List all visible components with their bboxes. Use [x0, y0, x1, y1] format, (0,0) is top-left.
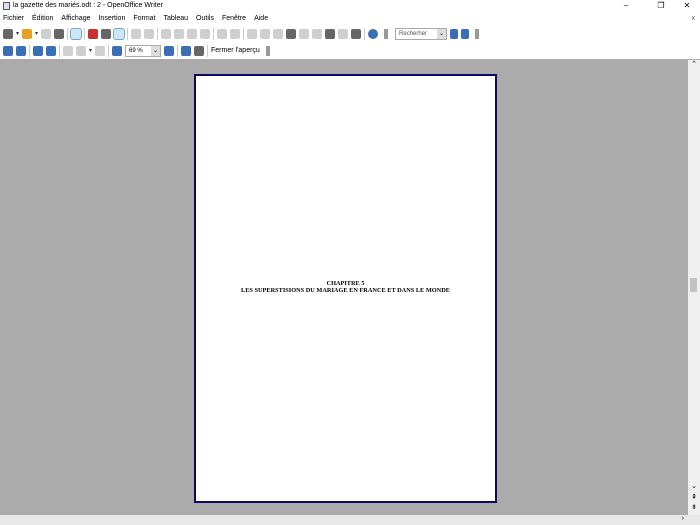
window-title: la gazette des mariés.odt : 2 - OpenOffi… — [13, 2, 163, 9]
menu-affichage[interactable]: Affichage — [61, 13, 90, 25]
separator — [364, 27, 366, 40]
next-page-icon[interactable] — [16, 45, 26, 56]
chapter-heading: CHAPITRE 5 LES SUPERSTISIONS DU MARIAGE … — [196, 280, 495, 294]
separator — [59, 44, 60, 57]
format-paintbrush-icon[interactable] — [200, 28, 211, 39]
zoom-icon[interactable] — [351, 28, 362, 39]
two-pages-icon[interactable] — [63, 45, 73, 56]
book-preview-icon[interactable] — [95, 45, 106, 56]
first-page-icon[interactable] — [33, 45, 43, 56]
app-icon — [3, 2, 10, 10]
last-page-icon[interactable] — [46, 45, 56, 56]
print-preview-toolbar: ▾ 69 % ⌄ Fermer l'aperçu — [0, 42, 700, 60]
email-icon[interactable] — [54, 28, 65, 39]
scroll-down-icon[interactable]: ⌄ — [689, 482, 699, 490]
chapter-title: LES SUPERSTISIONS DU MARIAGE EN FRANCE E… — [241, 287, 450, 294]
cut-icon[interactable] — [161, 28, 172, 39]
gallery-icon[interactable] — [312, 28, 323, 39]
menu-fenetre[interactable]: Fenêtre — [222, 13, 246, 25]
help-icon[interactable] — [368, 28, 379, 39]
data-sources-icon[interactable] — [325, 28, 336, 39]
export-pdf-icon[interactable] — [88, 28, 99, 39]
dropdown-arrow-icon[interactable]: ▾ — [16, 30, 19, 37]
separator — [67, 27, 69, 40]
close-preview-button[interactable]: Fermer l'aperçu — [211, 47, 260, 54]
separator — [84, 27, 86, 40]
new-icon[interactable] — [3, 28, 13, 39]
separator — [29, 44, 30, 57]
print-icon[interactable] — [101, 28, 112, 39]
autospellcheck-icon[interactable] — [144, 28, 155, 39]
menu-aide[interactable]: Aide — [254, 13, 268, 25]
separator — [157, 27, 159, 40]
scroll-right-icon[interactable]: › — [682, 515, 684, 522]
paste-icon[interactable] — [187, 28, 198, 39]
find-previous-icon[interactable] — [461, 28, 470, 39]
horizontal-scrollbar[interactable]: › — [0, 515, 700, 525]
navigator2-icon[interactable] — [299, 28, 310, 39]
menu-fichier[interactable]: Fichier — [3, 13, 24, 25]
print-icon[interactable] — [194, 45, 205, 56]
zoom-in-icon[interactable] — [112, 45, 123, 56]
formatting-marks-icon[interactable] — [338, 28, 349, 39]
separator — [243, 27, 245, 40]
spellcheck-icon[interactable] — [131, 28, 142, 39]
toolbar-grip[interactable] — [475, 28, 480, 39]
preview-workspace: CHAPITRE 5 LES SUPERSTISIONS DU MARIAGE … — [0, 60, 688, 515]
dropdown-arrow-icon[interactable]: ▾ — [89, 47, 92, 54]
menu-tableau[interactable]: Tableau — [164, 13, 189, 25]
chevron-down-icon[interactable]: ⌄ — [437, 28, 447, 39]
next-page-icon[interactable]: ⇟ — [689, 503, 699, 511]
find-replace-icon[interactable] — [286, 28, 297, 39]
redo-icon[interactable] — [230, 28, 241, 39]
minimize-button[interactable]: – — [615, 0, 637, 12]
document-page: CHAPITRE 5 LES SUPERSTISIONS DU MARIAGE … — [194, 74, 497, 503]
previous-page-icon[interactable]: ⇞ — [689, 493, 699, 501]
chapter-number: CHAPITRE 5 — [326, 280, 365, 287]
toolbar-grip[interactable] — [384, 28, 389, 39]
menu-outils[interactable]: Outils — [196, 13, 214, 25]
separator — [177, 44, 179, 57]
table-icon[interactable] — [260, 28, 271, 39]
zoom-out-icon[interactable] — [164, 45, 175, 56]
print-preview-icon[interactable] — [113, 27, 126, 40]
draw-icon[interactable] — [273, 28, 284, 39]
standard-toolbar: ▾ ▾ Recherher ⌄ — [0, 25, 700, 42]
save-icon[interactable] — [41, 28, 52, 39]
find-next-icon[interactable] — [450, 28, 459, 39]
separator — [108, 44, 110, 57]
search-input[interactable]: Recherher ⌄ — [395, 27, 448, 40]
scrollbar-thumb[interactable] — [690, 278, 697, 292]
menu-insertion[interactable]: Insertion — [98, 13, 125, 25]
title-bar: la gazette des mariés.odt : 2 - OpenOffi… — [0, 0, 700, 12]
scroll-up-icon[interactable]: ⌃ — [689, 60, 699, 68]
separator — [213, 27, 215, 40]
navigator-icon[interactable] — [247, 28, 258, 39]
menu-edition[interactable]: Édition — [32, 13, 53, 25]
separator — [127, 27, 129, 40]
zoom-select[interactable]: 69 % ⌄ — [125, 44, 162, 57]
menu-format[interactable]: Format — [133, 13, 155, 25]
close-document-button[interactable]: x — [692, 13, 696, 25]
chevron-down-icon[interactable]: ⌄ — [151, 45, 161, 56]
full-screen-icon[interactable] — [181, 45, 192, 56]
close-button[interactable]: ✕ — [676, 0, 698, 12]
open-icon[interactable] — [22, 28, 33, 39]
restore-button[interactable]: ❐ — [650, 0, 672, 12]
toolbar-grip[interactable] — [265, 45, 270, 56]
multiple-pages-icon[interactable] — [76, 45, 86, 56]
undo-icon[interactable] — [217, 28, 228, 39]
dropdown-arrow-icon[interactable]: ▾ — [35, 30, 38, 37]
menu-bar: Fichier Édition Affichage Insertion Form… — [0, 13, 700, 25]
edit-mode-icon[interactable] — [70, 27, 83, 40]
previous-page-icon[interactable] — [3, 45, 13, 56]
vertical-scrollbar[interactable]: ⌃ ⌄ ⇞ ⇟ — [688, 60, 700, 515]
separator — [207, 44, 209, 57]
copy-icon[interactable] — [174, 28, 185, 39]
